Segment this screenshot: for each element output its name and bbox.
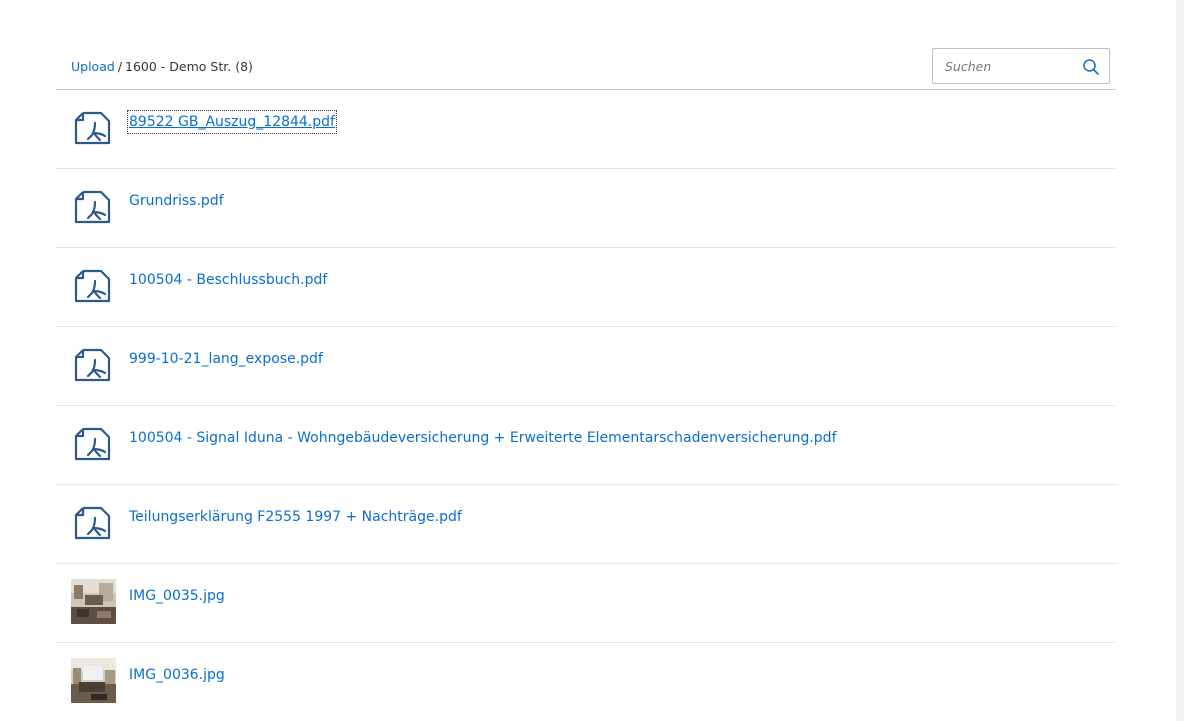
file-name-link[interactable]: 100504 - Beschlussbuch.pdf bbox=[129, 270, 327, 290]
file-name-link[interactable]: 999-10-21_lang_expose.pdf bbox=[129, 349, 323, 369]
image-thumbnail bbox=[71, 658, 116, 703]
file-list: 89522 GB_Auszug_12844.pdf Grundriss.pdf 10… bbox=[56, 90, 1116, 721]
file-name-link[interactable]: Grundriss.pdf bbox=[129, 191, 224, 211]
pdf-document-icon bbox=[71, 342, 116, 387]
breadcrumb-current: 1600 - Demo Str. (8) bbox=[125, 59, 253, 74]
file-list-item[interactable]: Teilungserklärung F2555 1997 + Nachträge… bbox=[56, 485, 1116, 564]
pdf-document-icon bbox=[71, 500, 116, 545]
file-list-item[interactable]: 89522 GB_Auszug_12844.pdf bbox=[56, 90, 1116, 169]
pdf-document-icon bbox=[71, 105, 116, 150]
toolbar: Upload/1600 - Demo Str. (8) bbox=[56, 0, 1116, 90]
file-name-link[interactable]: IMG_0036.jpg bbox=[129, 665, 225, 685]
file-list-panel: Upload/1600 - Demo Str. (8) 89522 GB_Aus… bbox=[56, 0, 1116, 721]
pdf-document-icon bbox=[71, 184, 116, 229]
file-name-link[interactable]: 89522 GB_Auszug_12844.pdf bbox=[127, 110, 337, 134]
file-list-item[interactable]: 999-10-21_lang_expose.pdf bbox=[56, 327, 1116, 406]
file-list-item[interactable]: IMG_0035.jpg bbox=[56, 564, 1116, 643]
search-icon[interactable] bbox=[1082, 58, 1100, 76]
pdf-document-icon bbox=[71, 263, 116, 308]
breadcrumb-link-upload[interactable]: Upload bbox=[71, 59, 115, 74]
file-name-link[interactable]: 100504 - Signal Iduna - Wohngebäudeversi… bbox=[129, 428, 837, 448]
file-name-link[interactable]: IMG_0035.jpg bbox=[129, 586, 225, 606]
file-list-item[interactable]: 100504 - Signal Iduna - Wohngebäudeversi… bbox=[56, 406, 1116, 485]
file-name-link[interactable]: Teilungserklärung F2555 1997 + Nachträge… bbox=[129, 507, 462, 527]
search-input[interactable] bbox=[933, 49, 1073, 83]
breadcrumb: Upload/1600 - Demo Str. (8) bbox=[71, 59, 253, 74]
file-list-item[interactable]: Grundriss.pdf bbox=[56, 169, 1116, 248]
file-list-item[interactable]: 100504 - Beschlussbuch.pdf bbox=[56, 248, 1116, 327]
scrollbar-track[interactable] bbox=[1176, 0, 1184, 721]
search-field[interactable] bbox=[932, 48, 1110, 84]
file-browser-page: Upload/1600 - Demo Str. (8) 89522 GB_Aus… bbox=[0, 0, 1184, 721]
file-list-item[interactable]: IMG_0036.jpg bbox=[56, 643, 1116, 721]
breadcrumb-separator: / bbox=[117, 59, 123, 74]
image-thumbnail bbox=[71, 579, 116, 624]
pdf-document-icon bbox=[71, 421, 116, 466]
